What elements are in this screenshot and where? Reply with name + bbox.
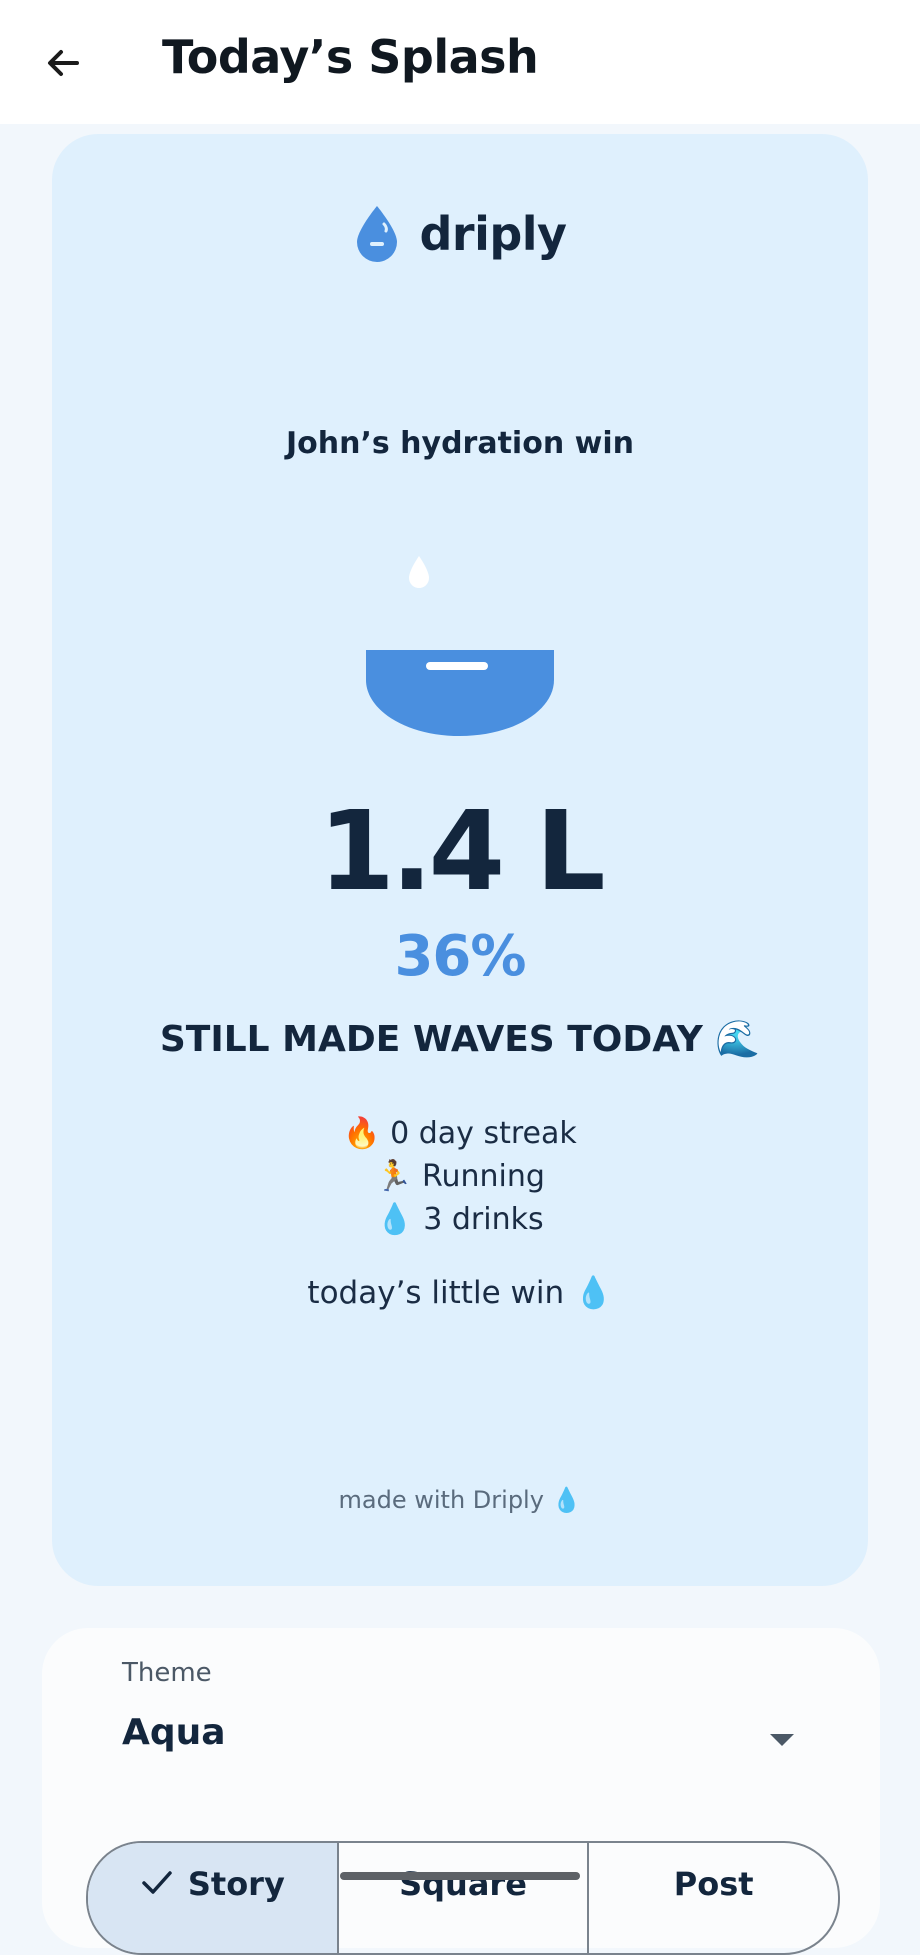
format-selector: Story Square Post [86,1841,840,1955]
format-story-label: Story [187,1865,285,1903]
brand-name: driply [419,207,567,261]
goal-percent: 36% [394,924,526,989]
drinks-stat: 💧 3 drinks [376,1202,544,1237]
format-square-button[interactable]: Square [339,1843,590,1953]
share-options-panel: Theme Aqua Story Square Post [42,1628,880,1955]
format-square-label: Square [399,1865,527,1903]
check-icon [142,1871,172,1894]
water-drop-logo-icon [357,206,398,262]
home-gesture-handle[interactable] [340,1872,580,1880]
share-card: driply John’s hydration win 1.4 L 36% ST… [52,134,868,1586]
back-button[interactable] [38,38,88,88]
brand: driply [52,204,868,264]
water-amount: 1.4 L [318,787,605,915]
arrow-back-icon [48,50,79,76]
motivation-message: STILL MADE WAVES TODAY 🌊 [159,1019,761,1060]
hydration-win-title: John’s hydration win [285,426,634,461]
theme-value: Aqua [122,1712,226,1753]
activity-stat: 🏃 Running [375,1159,545,1194]
dropdown-arrow-icon [770,1734,794,1746]
format-story-button[interactable]: Story [88,1843,339,1953]
little-win-text: today’s little win 💧 [307,1275,613,1311]
stats-list: 🔥 0 day streak 🏃 Running 💧 3 drinks [52,1112,868,1241]
format-post-label: Post [673,1865,754,1903]
theme-dropdown[interactable]: Theme Aqua [42,1628,880,1778]
streak-stat: 🔥 0 day streak [343,1116,577,1151]
water-bowl-icon [366,650,554,736]
page-title: Today’s Splash [162,30,539,84]
made-with-footer: made with Driply 💧 [338,1486,582,1514]
theme-label: Theme [122,1658,212,1688]
format-post-button[interactable]: Post [589,1843,838,1953]
app-bar: Today’s Splash [0,0,920,124]
falling-drop-icon [409,556,429,588]
